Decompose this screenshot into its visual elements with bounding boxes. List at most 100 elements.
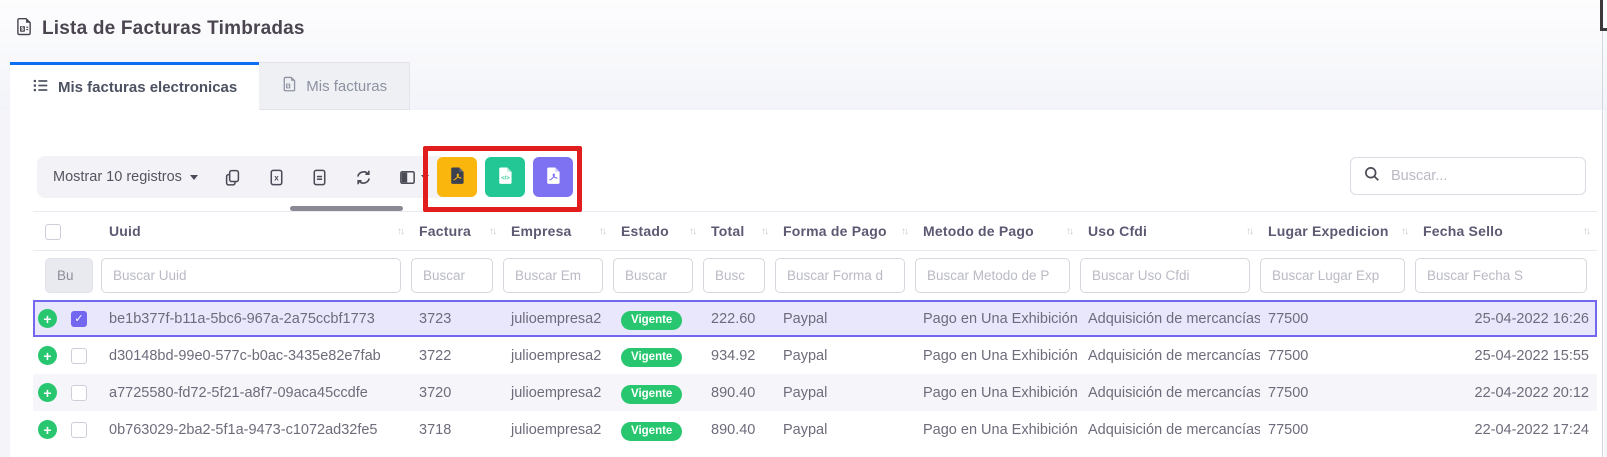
sort-icon[interactable]: ↑↓: [1401, 226, 1407, 237]
cell-fecha-sello: 25-04-2022 16:26: [1415, 300, 1597, 337]
sort-icon[interactable]: ↑↓: [599, 226, 605, 237]
download-pdf-purple-button[interactable]: [533, 157, 573, 197]
filter-fecha-input[interactable]: [1415, 258, 1587, 293]
global-search: [1350, 157, 1586, 195]
status-badge: Vigente: [621, 385, 682, 404]
sort-icon[interactable]: ↑↓: [489, 226, 495, 237]
tab-mis-facturas[interactable]: $ Mis facturas: [259, 62, 410, 110]
column-header-factura[interactable]: Factura↑↓: [411, 212, 503, 251]
column-header-total[interactable]: Total↑↓: [703, 212, 775, 251]
cell-estado: Vigente: [613, 300, 703, 337]
filter-uuid-input[interactable]: [101, 258, 401, 293]
invoice-icon: $: [281, 76, 297, 96]
row-checkbox[interactable]: ✓: [71, 311, 87, 327]
svg-text:x: x: [274, 173, 279, 182]
cell-uso-cfdi: Adquisición de mercancías: [1080, 411, 1260, 448]
cell-forma-de-pago: Paypal: [775, 374, 915, 411]
cell-total: 890.40: [703, 374, 775, 411]
cell-uuid: be1b377f-b11a-5bc6-967a-2a75ccbf1773: [101, 300, 411, 337]
cell-fecha-sello: 25-04-2022 15:55: [1415, 337, 1597, 374]
cell-factura: 3722: [411, 337, 503, 374]
sort-icon[interactable]: ↑↓: [1246, 226, 1252, 237]
chevron-down-icon: [421, 175, 429, 180]
cell-forma-de-pago: Paypal: [775, 300, 915, 337]
sort-icon[interactable]: ↑↓: [901, 226, 907, 237]
download-xml-green-button[interactable]: </>: [485, 157, 525, 197]
sort-icon[interactable]: ↑↓: [1066, 226, 1072, 237]
column-header-forma[interactable]: Forma de Pago↑↓: [775, 212, 915, 251]
cell-lugar-expedicion: 77500: [1260, 337, 1415, 374]
row-checkbox[interactable]: [71, 385, 87, 401]
cell-empresa: julioempresa2: [503, 374, 613, 411]
svg-text:$: $: [21, 27, 24, 33]
tab-label: Mis facturas electronicas: [58, 79, 237, 96]
chevron-down-icon: [190, 175, 198, 180]
cell-fecha-sello: 22-04-2022 20:12: [1415, 374, 1597, 411]
export-excel-button[interactable]: x: [267, 168, 286, 187]
cell-lugar-expedicion: 77500: [1260, 411, 1415, 448]
cropped-overlay-corner: [1600, 0, 1607, 31]
column-header-estado[interactable]: Estado↑↓: [613, 212, 703, 251]
select-all-checkbox[interactable]: [45, 224, 61, 240]
show-entries-label: Mostrar 10 registros: [53, 169, 182, 185]
download-pdf-yellow-button[interactable]: [437, 157, 477, 197]
export-document-button[interactable]: [310, 168, 329, 187]
cell-metodo-de-pago: Pago en Una Exhibición: [915, 411, 1080, 448]
filter-metodo-input[interactable]: [915, 258, 1070, 293]
search-icon: [1363, 165, 1381, 188]
tab-bar: Mis facturas electronicas $ Mis facturas: [10, 62, 410, 110]
row-checkbox[interactable]: [71, 348, 87, 364]
filter-factura-input[interactable]: [411, 258, 493, 293]
datatable-toolbar: Mostrar 10 registros x: [37, 156, 447, 198]
tab-mis-facturas-electronicas[interactable]: Mis facturas electronicas: [10, 62, 259, 110]
cell-empresa: julioempresa2: [503, 300, 613, 337]
table-row[interactable]: +✓be1b377f-b11a-5bc6-967a-2a75ccbf177337…: [33, 300, 1597, 337]
cell-empresa: julioempresa2: [503, 411, 613, 448]
column-header-fecha[interactable]: Fecha Sello↑↓: [1415, 212, 1597, 251]
cell-forma-de-pago: Paypal: [775, 337, 915, 374]
sort-icon[interactable]: ↑↓: [397, 226, 403, 237]
filter-estado-input[interactable]: [613, 258, 693, 293]
cell-forma-de-pago: Paypal: [775, 411, 915, 448]
cell-total: 934.92: [703, 337, 775, 374]
filter-uso-input[interactable]: [1080, 258, 1250, 293]
column-header-uso[interactable]: Uso Cfdi↑↓: [1080, 212, 1260, 251]
filter-forma-input[interactable]: [775, 258, 905, 293]
cell-lugar-expedicion: 77500: [1260, 374, 1415, 411]
page-title: Lista de Facturas Timbradas: [42, 18, 305, 40]
file-xml-icon: </>: [496, 166, 515, 188]
sort-icon[interactable]: ↑↓: [689, 226, 695, 237]
column-header-empresa[interactable]: Empresa↑↓: [503, 212, 613, 251]
table-row[interactable]: +0b763029-2ba2-5f1a-9473-c1072ad32fe5371…: [33, 411, 1597, 448]
cell-factura: 3720: [411, 374, 503, 411]
show-entries-dropdown[interactable]: Mostrar 10 registros: [53, 169, 198, 185]
sort-icon[interactable]: ↑↓: [1583, 226, 1589, 237]
expand-row-button[interactable]: +: [38, 309, 57, 328]
table-row[interactable]: +a7725580-fd72-5f21-a8f7-09aca45ccdfe372…: [33, 374, 1597, 411]
cell-uso-cfdi: Adquisición de mercancías: [1080, 300, 1260, 337]
invoice-dollar-icon: $: [14, 17, 33, 41]
expand-row-button[interactable]: +: [38, 383, 57, 402]
file-pdf-icon: [544, 166, 563, 188]
copy-button[interactable]: [223, 168, 242, 187]
column-header-metodo[interactable]: Metodo de Pago↑↓: [915, 212, 1080, 251]
status-badge: Vigente: [621, 311, 682, 330]
expand-row-button[interactable]: +: [38, 420, 57, 439]
cell-lugar-expedicion: 77500: [1260, 300, 1415, 337]
filter-lugar-input[interactable]: [1260, 258, 1405, 293]
row-checkbox[interactable]: [71, 422, 87, 438]
cell-uuid: d30148bd-99e0-577c-b0ac-3435e82e7fab: [101, 337, 411, 374]
column-header-lugar[interactable]: Lugar Expedicion↑↓: [1260, 212, 1415, 251]
table-row[interactable]: + d30148bd-99e0-577c-b0ac-3435e82e7fab372…: [33, 337, 1597, 374]
refresh-button[interactable]: [354, 168, 373, 187]
filter-empresa-input[interactable]: [503, 258, 603, 293]
cell-total: 890.40: [703, 411, 775, 448]
sort-icon[interactable]: ↑↓: [761, 226, 767, 237]
list-icon: [32, 77, 49, 98]
column-header-uuid[interactable]: Uuid↑↓: [101, 212, 411, 251]
filter-total-input[interactable]: [703, 258, 765, 293]
expand-row-button[interactable]: +: [38, 346, 57, 365]
search-input[interactable]: [1391, 168, 1578, 184]
column-visibility-button[interactable]: [398, 168, 429, 187]
cell-estado: Vigente: [613, 411, 703, 448]
